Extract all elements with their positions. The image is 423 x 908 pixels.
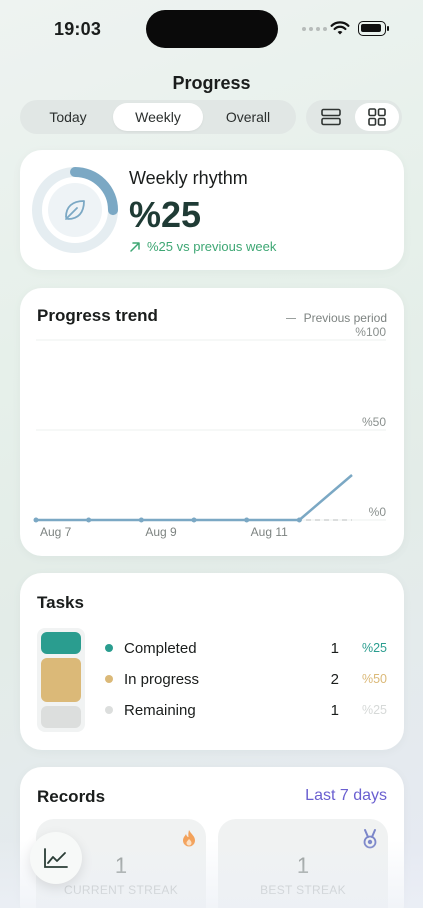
x-tick-label: Aug 11	[251, 525, 288, 539]
data-point	[33, 517, 39, 523]
task-count: 1	[330, 701, 339, 719]
data-point	[244, 517, 250, 523]
y-tick-label: %50	[362, 415, 386, 429]
x-tick-label: Aug 7	[40, 525, 72, 539]
stack-segment-completed	[41, 632, 81, 654]
chart-line-icon	[44, 848, 68, 868]
list-layout-button[interactable]	[309, 103, 353, 131]
data-point	[86, 517, 92, 523]
data-point	[191, 517, 197, 523]
status-dot	[105, 706, 113, 714]
data-point	[138, 517, 144, 523]
tab-today[interactable]: Today	[23, 103, 113, 131]
grid-layout-button[interactable]	[355, 103, 399, 131]
rhythm-value: %25	[129, 194, 202, 235]
records-card: Records Last 7 days 1 CURRENT STREAK 1 B…	[20, 767, 404, 908]
status-dot	[105, 675, 113, 683]
series-line-current	[36, 474, 353, 522]
chart-fab-button[interactable]	[30, 832, 82, 884]
task-percent: %50	[361, 672, 387, 686]
progress-ring	[32, 167, 118, 253]
y-tick-label: %0	[369, 505, 387, 519]
tab-overall[interactable]: Overall	[203, 103, 293, 131]
grid-layout-icon	[368, 108, 386, 126]
task-percent: %25	[361, 703, 387, 717]
status-dot	[105, 644, 113, 652]
rhythm-delta: %25 vs previous week	[129, 239, 276, 254]
flame-icon	[183, 830, 195, 847]
status-time: 19:03	[54, 19, 102, 39]
current-streak-label: CURRENT STREAK	[64, 883, 178, 897]
battery-icon	[358, 21, 389, 36]
best-streak-label: BEST STREAK	[260, 883, 346, 897]
records-title: Records	[37, 787, 106, 806]
weekly-rhythm-card[interactable]: Weekly rhythm %25 %25 vs previous week	[20, 150, 404, 270]
tasks-card[interactable]: Tasks Completed 1 %25 In progress 2 %50 …	[20, 573, 404, 750]
signal-dots-icon	[302, 27, 327, 31]
page-title: Progress	[172, 73, 251, 93]
list-layout-icon	[321, 108, 341, 126]
progress-trend-card[interactable]: Progress trend Previous period %100 %50 %0…	[20, 288, 404, 556]
task-row-completed[interactable]: Completed 1 %25	[105, 637, 387, 659]
tasks-title: Tasks	[37, 593, 84, 612]
period-segmented-control: Today Weekly Overall	[20, 100, 296, 134]
task-row-in-progress[interactable]: In progress 2 %50	[105, 668, 387, 690]
best-streak-tile[interactable]: 1 BEST STREAK	[218, 819, 388, 908]
task-count: 2	[330, 670, 339, 688]
arrow-up-right-icon	[130, 241, 140, 252]
stack-segment-in-progress	[41, 658, 81, 702]
trend-chart: %100 %50 %0 Aug 7 Aug 9 Aug 11	[33, 325, 387, 539]
tasks-stacked-bar	[37, 628, 85, 732]
rhythm-delta-text: %25 vs previous week	[147, 239, 277, 254]
task-label: Remaining	[124, 701, 196, 719]
stack-segment-remaining	[41, 706, 81, 728]
view-toggle	[306, 100, 402, 134]
task-percent: %25	[361, 641, 387, 655]
data-point	[296, 517, 302, 523]
records-range-button[interactable]: Last 7 days	[305, 787, 387, 805]
status-bar: 19:03	[0, 0, 423, 58]
task-label: Completed	[124, 639, 197, 657]
task-row-remaining[interactable]: Remaining 1 %25	[105, 699, 387, 721]
dynamic-island	[146, 10, 278, 48]
y-tick-label: %100	[355, 325, 386, 339]
tab-weekly[interactable]: Weekly	[113, 103, 203, 131]
medal-icon	[363, 829, 377, 849]
wifi-icon	[330, 21, 350, 35]
rhythm-title: Weekly rhythm	[129, 168, 248, 188]
task-count: 1	[330, 639, 339, 657]
x-tick-label: Aug 9	[145, 525, 177, 539]
task-label: In progress	[124, 670, 200, 688]
best-streak-value: 1	[296, 853, 310, 878]
